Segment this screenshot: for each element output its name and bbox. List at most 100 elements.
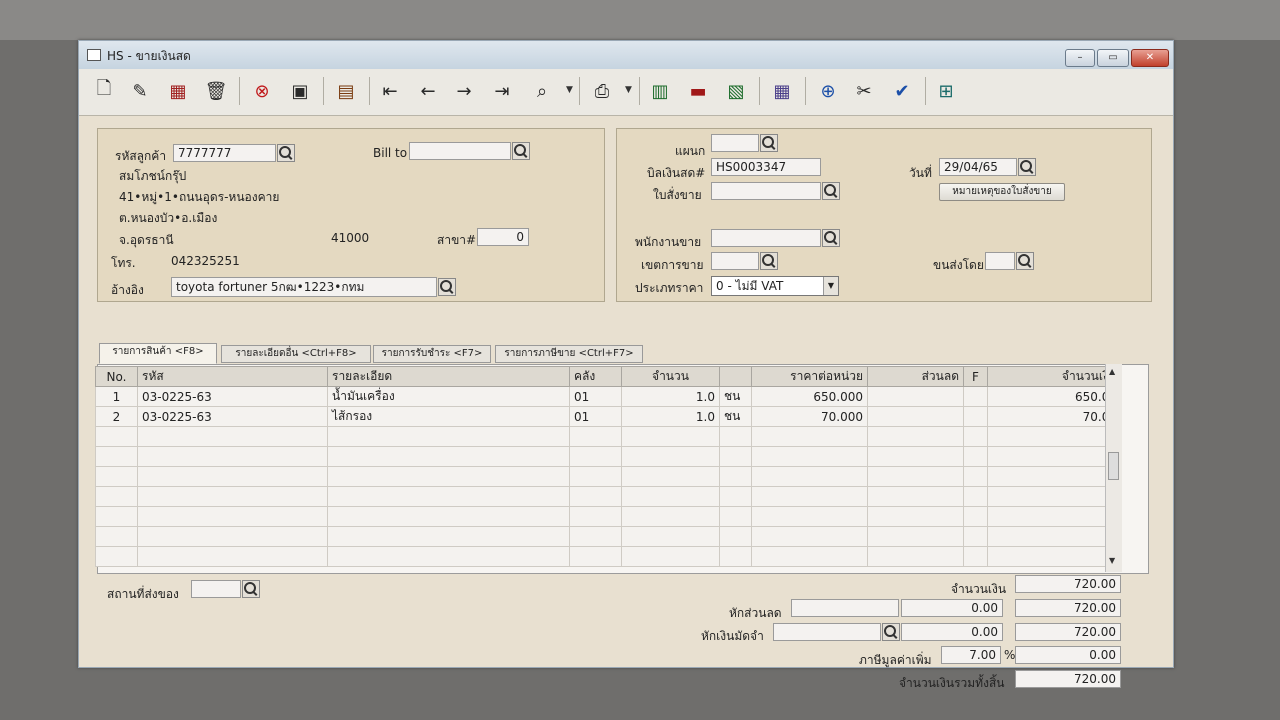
network-icon[interactable]: ⊞ <box>933 78 959 104</box>
cell-warehouse[interactable]: 01 <box>569 386 622 407</box>
col-header-warehouse[interactable]: คลัง <box>569 366 622 387</box>
tab-sales-tax[interactable]: รายการภาษีขาย <Ctrl+F7> <box>495 345 643 363</box>
calendar-search-icon[interactable] <box>1018 158 1036 176</box>
deposit-ref-input[interactable] <box>773 623 881 641</box>
new-doc-icon[interactable]: 🗋 <box>91 78 117 104</box>
customer-code-input[interactable]: 7777777 <box>173 144 276 162</box>
tab-payments[interactable]: รายการรับชำระ <F7> <box>373 345 491 363</box>
next-record-icon[interactable]: → <box>451 78 477 104</box>
print-icon[interactable]: ⎙ <box>589 78 615 104</box>
cell-amount[interactable]: 70.00 <box>987 406 1122 427</box>
table-row[interactable]: 1 03-0225-63 น้ำมันเครื่อง 01 1.0 ชน 650… <box>95 386 1122 407</box>
close-button[interactable]: ✕ <box>1131 49 1169 67</box>
calculator-icon[interactable]: ▦ <box>769 78 795 104</box>
grid-vertical-scrollbar[interactable]: ▲ ▼ <box>1105 364 1122 572</box>
table-row[interactable] <box>95 486 1122 507</box>
cell-flag[interactable] <box>963 386 988 407</box>
trash-icon[interactable]: 🗑 <box>203 78 229 104</box>
department-input[interactable] <box>711 134 759 152</box>
table-row[interactable] <box>95 526 1122 547</box>
chart-icon[interactable]: ▥ <box>647 78 673 104</box>
billto-input[interactable] <box>409 142 511 160</box>
books-icon[interactable]: ▤ <box>333 78 359 104</box>
cell-code[interactable]: 03-0225-63 <box>137 386 328 407</box>
save-icon[interactable]: ▣ <box>287 78 313 104</box>
table-row[interactable]: 2 03-0225-63 ไส้กรอง 01 1.0 ชน 70.000 70… <box>95 406 1122 427</box>
maximize-button[interactable]: ▭ <box>1097 49 1129 67</box>
col-header-description[interactable]: รายละเอียด <box>327 366 570 387</box>
delivery-place-search-icon[interactable] <box>242 580 260 598</box>
col-header-quantity[interactable]: จำนวน <box>621 366 720 387</box>
stop-icon[interactable]: ⊗ <box>249 78 275 104</box>
reference-input[interactable]: toyota fortuner 5กฒ•1223•กทม <box>171 277 437 297</box>
sales-area-input[interactable] <box>711 252 759 270</box>
deposit-input[interactable]: 0.00 <box>901 623 1003 641</box>
sales-order-search-icon[interactable] <box>822 182 840 200</box>
edit-icon[interactable]: ✎ <box>127 78 153 104</box>
cell-unit[interactable]: ชน <box>719 406 752 427</box>
department-search-icon[interactable] <box>760 134 778 152</box>
tab-details[interactable]: รายละเอียดอื่น <Ctrl+F8> <box>221 345 371 363</box>
first-record-icon[interactable]: ⇤ <box>377 78 403 104</box>
col-header-unit[interactable] <box>719 366 752 387</box>
col-header-discount[interactable]: ส่วนลด <box>867 366 964 387</box>
ship-by-input[interactable] <box>985 252 1015 270</box>
cell-unit-price[interactable]: 650.000 <box>751 386 868 407</box>
sales-order-note-button[interactable]: หมายเหตุของใบสั่งขาย <box>939 183 1065 201</box>
scroll-up-icon[interactable]: ▲ <box>1109 367 1115 376</box>
reference-search-icon[interactable] <box>438 278 456 296</box>
cell-amount[interactable]: 650.00 <box>987 386 1122 407</box>
find-dropdown-icon[interactable]: ▼ <box>566 85 573 95</box>
delivery-place-input[interactable] <box>191 580 241 598</box>
find-icon[interactable]: ⌕ <box>529 78 555 104</box>
cancel-doc-icon[interactable]: ▦ <box>165 78 191 104</box>
chevron-down-icon[interactable]: ▼ <box>823 277 838 295</box>
col-header-flag[interactable]: F <box>963 366 988 387</box>
table-row[interactable] <box>95 546 1122 567</box>
table-row[interactable] <box>95 446 1122 467</box>
print-dropdown-icon[interactable]: ▼ <box>625 85 632 95</box>
price-type-select[interactable]: 0 - ไม่มี VAT ▼ <box>711 276 839 296</box>
scissors-icon[interactable]: ✂ <box>851 78 877 104</box>
date-input[interactable]: 29/04/65 <box>939 158 1017 176</box>
last-record-icon[interactable]: ⇥ <box>489 78 515 104</box>
minimize-button[interactable]: – <box>1065 49 1095 67</box>
cell-unit[interactable]: ชน <box>719 386 752 407</box>
cell-description[interactable]: ไส้กรอง <box>327 406 570 427</box>
ship-by-search-icon[interactable] <box>1016 252 1034 270</box>
branch-input[interactable]: 0 <box>477 228 529 246</box>
chart2-icon[interactable]: ▧ <box>723 78 749 104</box>
cell-unit-price[interactable]: 70.000 <box>751 406 868 427</box>
billto-search-icon[interactable] <box>512 142 530 160</box>
col-header-code[interactable]: รหัส <box>137 366 328 387</box>
cell-no[interactable]: 1 <box>95 386 138 407</box>
table-row[interactable] <box>95 426 1122 447</box>
cell-discount[interactable] <box>867 406 964 427</box>
report-icon[interactable]: ▬ <box>685 78 711 104</box>
scroll-down-icon[interactable]: ▼ <box>1109 556 1115 565</box>
table-row[interactable] <box>95 466 1122 487</box>
table-row[interactable] <box>95 506 1122 527</box>
salesman-search-icon[interactable] <box>822 229 840 247</box>
col-header-unit-price[interactable]: ราคาต่อหน่วย <box>751 366 868 387</box>
cell-no[interactable]: 2 <box>95 406 138 427</box>
tab-items[interactable]: รายการสินค้า <F8> <box>99 343 217 364</box>
cell-quantity[interactable]: 1.0 <box>621 406 720 427</box>
salesman-input[interactable] <box>711 229 821 247</box>
col-header-no[interactable]: No. <box>95 366 138 387</box>
cell-quantity[interactable]: 1.0 <box>621 386 720 407</box>
cell-warehouse[interactable]: 01 <box>569 406 622 427</box>
sales-order-input[interactable] <box>711 182 821 200</box>
ok-icon[interactable]: ✔ <box>889 78 915 104</box>
scroll-thumb[interactable] <box>1108 452 1119 480</box>
vat-rate-input[interactable]: 7.00 <box>941 646 1001 664</box>
customer-lookup-search-icon[interactable] <box>277 144 295 162</box>
col-header-amount[interactable]: จำนวนเงิน <box>987 366 1122 387</box>
prev-record-icon[interactable]: ← <box>415 78 441 104</box>
discount-input[interactable]: 0.00 <box>901 599 1003 617</box>
cell-code[interactable]: 03-0225-63 <box>137 406 328 427</box>
dic-icon[interactable]: ⊕ <box>815 78 841 104</box>
cell-description[interactable]: น้ำมันเครื่อง <box>327 386 570 407</box>
cell-discount[interactable] <box>867 386 964 407</box>
sales-area-search-icon[interactable] <box>760 252 778 270</box>
